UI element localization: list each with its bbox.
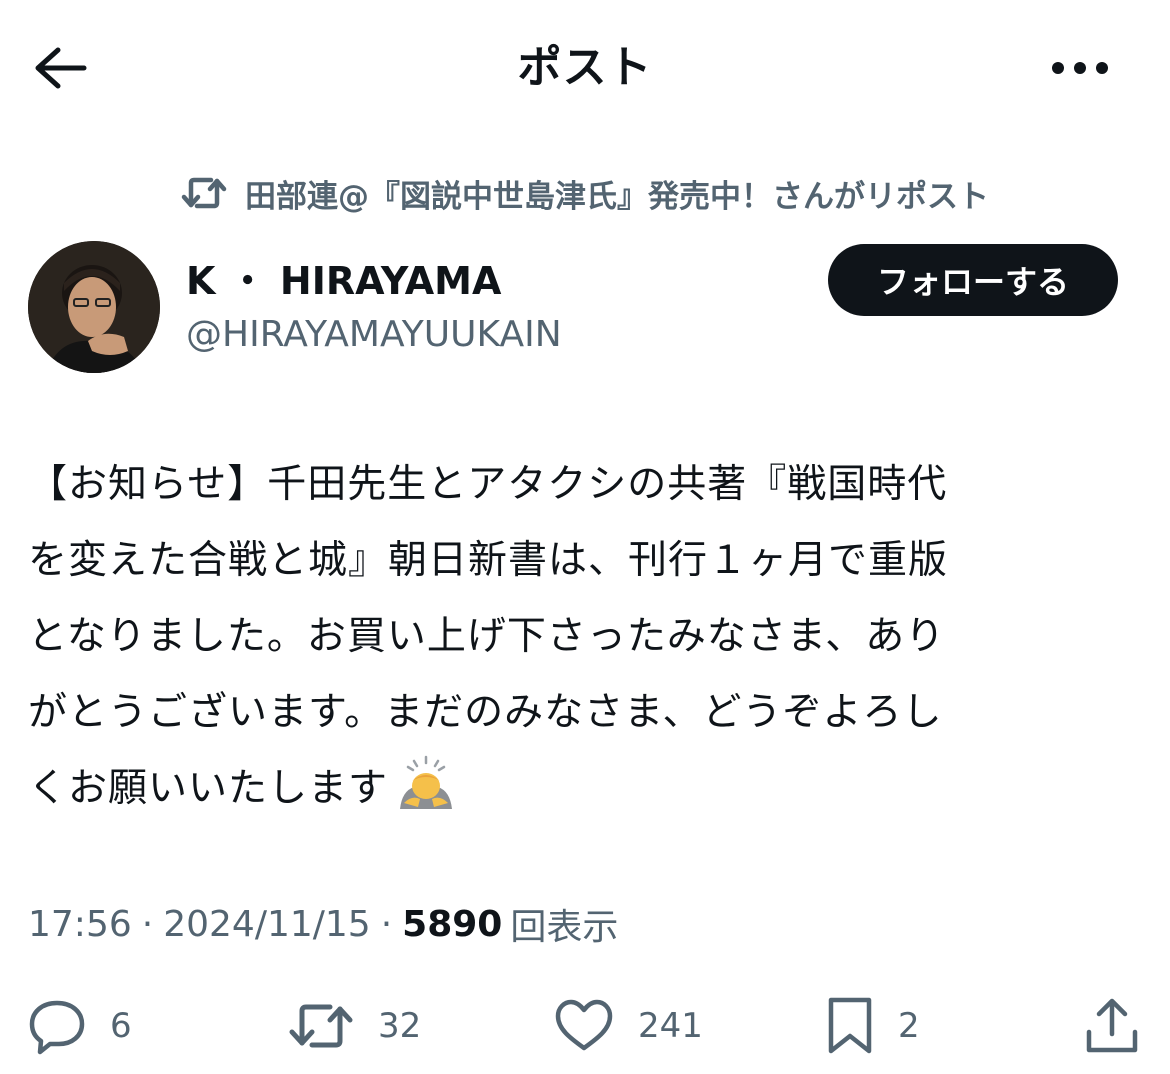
author-handle[interactable]: @HIRAYAMAYUUKAIN bbox=[186, 310, 562, 360]
bowing-person-emoji bbox=[396, 751, 456, 811]
reply-count: 6 bbox=[110, 1006, 132, 1046]
share-button[interactable] bbox=[1084, 990, 1140, 1062]
tweet-line-text: くお願いいたします bbox=[28, 766, 389, 811]
avatar[interactable] bbox=[28, 241, 160, 373]
meta-separator: · bbox=[380, 903, 393, 945]
action-bar: 6 32 241 2 bbox=[0, 990, 1170, 1062]
follow-button[interactable]: フォローする bbox=[828, 244, 1118, 316]
tweet-meta: 17:56 · 2024/11/15 · 5890 回表示 bbox=[28, 896, 618, 952]
repost-count: 32 bbox=[378, 1006, 422, 1046]
tweet-text: 【お知らせ】千田先生とアタクシの共著『戦国時代 を変えた合戦と城』朝日新書は、刊… bbox=[28, 447, 1138, 827]
repost-icon bbox=[289, 1004, 353, 1048]
tweet-line: 【お知らせ】千田先生とアタクシの共著『戦国時代 bbox=[28, 462, 948, 507]
bookmark-icon bbox=[828, 997, 872, 1054]
repost-text: 田部連@『図説中世島津氏』発売中！さんがリポスト bbox=[245, 178, 989, 215]
like-count: 241 bbox=[638, 1006, 703, 1046]
tweet-line: がとうございます。まだのみなさま、どうぞよろし bbox=[28, 690, 943, 735]
repost-icon bbox=[181, 175, 227, 211]
views-count[interactable]: 5890 bbox=[402, 904, 502, 945]
tweet-time[interactable]: 17:56 bbox=[28, 904, 132, 945]
tweet-date[interactable]: 2024/11/15 bbox=[163, 904, 371, 945]
repost-button[interactable]: 32 bbox=[288, 990, 421, 1062]
bookmark-count: 2 bbox=[898, 1006, 920, 1046]
reply-icon bbox=[29, 1000, 85, 1055]
reply-button[interactable]: 6 bbox=[28, 990, 132, 1062]
page-title: ポスト bbox=[517, 42, 653, 93]
meta-separator: · bbox=[141, 903, 154, 945]
heart-icon bbox=[555, 999, 613, 1051]
repost-context[interactable]: 田部連@『図説中世島津氏』発売中！さんがリポスト bbox=[0, 168, 1170, 218]
author-name[interactable]: K ・ HIRAYAMA bbox=[186, 256, 501, 306]
tweet-line: となりました。お買い上げ下さったみなさま、あり bbox=[28, 614, 946, 659]
share-icon bbox=[1086, 998, 1138, 1053]
views-label: 回表示 bbox=[510, 907, 619, 948]
bookmark-button[interactable]: 2 bbox=[826, 990, 920, 1062]
like-button[interactable]: 241 bbox=[554, 990, 703, 1062]
top-bar: ポスト bbox=[0, 0, 1170, 134]
more-horizontal-icon bbox=[1052, 62, 1108, 74]
tweet-line-last: くお願いいたします bbox=[28, 751, 1138, 827]
post-detail-screen: ポスト 田部連@『図説中世島津氏』発売中！さんがリポスト K ・ HIRAYAM… bbox=[0, 0, 1170, 1074]
tweet-line: を変えた合戦と城』朝日新書は、刊行１ヶ月で重版 bbox=[28, 538, 949, 583]
more-options-button[interactable] bbox=[1046, 38, 1114, 98]
